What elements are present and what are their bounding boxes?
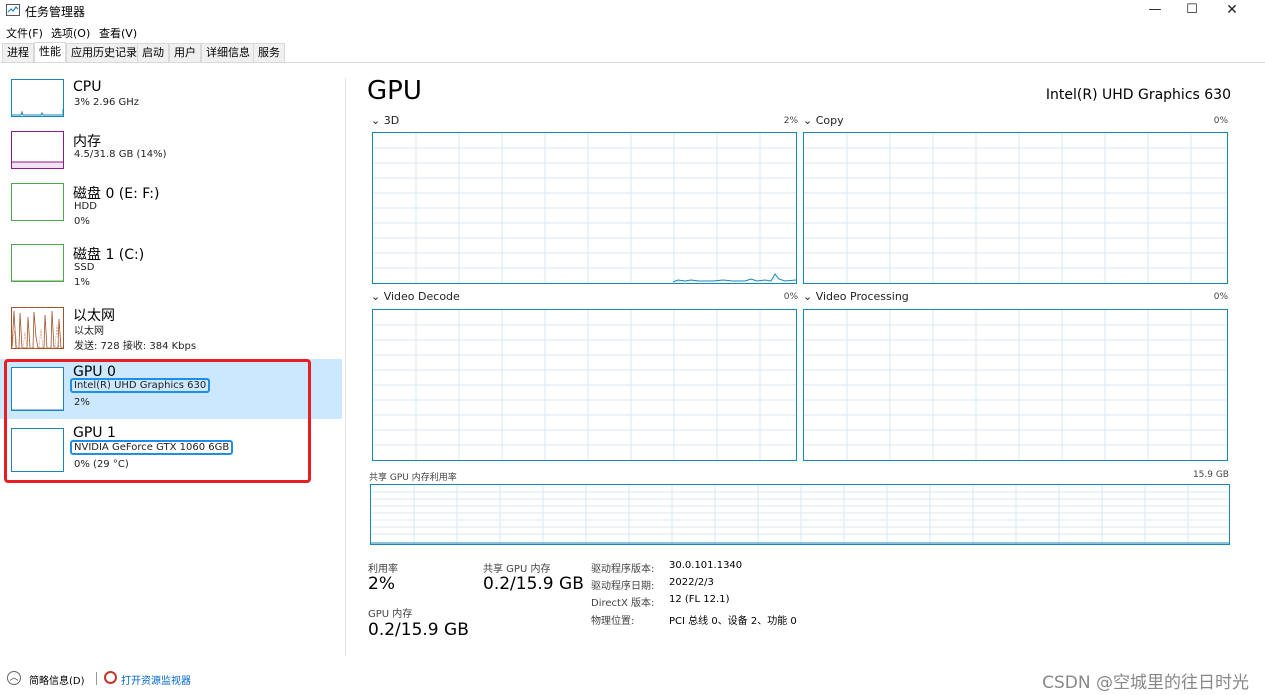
close-button[interactable]: ✕ (1212, 0, 1252, 20)
chevron-up-icon[interactable]: ︿ (7, 671, 21, 685)
sidebar-item-detail: 以太网 (74, 326, 104, 337)
directx-version-label: DirectX 版本: (591, 598, 655, 609)
graph-percent-copy: 0% (1213, 116, 1228, 126)
graph-percent-video-decode: 0% (783, 292, 798, 302)
chevron-down-icon: ⌄ (371, 290, 384, 303)
sidebar-item-title: 磁盘 0 (E: F:) (73, 186, 160, 202)
sidebar-item-throughput: 发送: 728 接收: 384 Kbps (74, 341, 197, 352)
physical-location-value: PCI 总线 0、设备 2、功能 0 (669, 616, 797, 627)
gpu-model-name: Intel(R) UHD Graphics 630 (1045, 87, 1231, 103)
graph-3d (372, 132, 797, 284)
gpu-annotation-box (4, 359, 311, 483)
resource-monitor-icon[interactable] (104, 671, 117, 684)
cpu-thumbnail (11, 79, 64, 117)
sidebar-item-detail: 4.5/31.8 GB (14%) (74, 149, 167, 160)
tab-divider (0, 62, 1265, 63)
fewer-details-button[interactable]: 简略信息(D) (29, 672, 85, 687)
graph-label-copy[interactable]: ⌄ Copy (803, 114, 844, 127)
sidebar-item-title: 内存 (73, 134, 101, 150)
sidebar-item-disk-1[interactable]: 磁盘 1 (C:) SSD 1% (0, 236, 342, 296)
sidebar-item-detail: HDD (74, 201, 97, 212)
driver-version-value: 30.0.101.1340 (669, 560, 743, 571)
shared-gpu-memory-label: 共享 GPU 内存 (483, 564, 551, 575)
sidebar-item-usage: 0% (74, 216, 90, 227)
graph-label-3d[interactable]: ⌄ 3D (371, 114, 399, 127)
graph-video-processing (803, 309, 1228, 461)
sidebar-item-usage: 1% (74, 277, 90, 288)
sidebar-item-title: CPU (73, 79, 102, 95)
disk-1-thumbnail (11, 244, 64, 282)
footer-separator (96, 672, 97, 685)
window-title: 任务管理器 (25, 5, 86, 19)
minimize-button[interactable]: — (1135, 0, 1175, 20)
tab-details[interactable]: 详细信息 (201, 43, 255, 62)
utilization-label: 利用率 (368, 564, 398, 575)
tab-users[interactable]: 用户 (169, 43, 201, 62)
chevron-down-icon: ⌄ (803, 290, 816, 303)
sidebar-item-title: 磁盘 1 (C:) (73, 247, 145, 263)
maximize-button[interactable]: ☐ (1172, 0, 1212, 20)
sidebar-item-disk-0[interactable]: 磁盘 0 (E: F:) HDD 0% (0, 175, 342, 235)
watermark: CSDN @空城里的往日时光 (1042, 673, 1249, 693)
disk-0-thumbnail (11, 183, 64, 221)
graph-percent-3d: 2% (783, 116, 798, 126)
title-bar: 任务管理器 — ☐ ✕ (0, 0, 1265, 22)
driver-date-label: 驱动程序日期: (591, 581, 655, 592)
sidebar-item-memory[interactable]: 内存 4.5/31.8 GB (14%) (0, 123, 342, 183)
gpu-memory-label: GPU 内存 (368, 609, 413, 620)
shared-memory-capacity: 15.9 GB (1192, 470, 1229, 480)
chevron-down-icon: ⌄ (371, 114, 384, 127)
tab-app-history[interactable]: 应用历史记录 (66, 43, 142, 62)
sidebar-item-cpu[interactable]: CPU 3% 2.96 GHz (0, 71, 342, 131)
tab-startup[interactable]: 启动 (137, 43, 169, 62)
shared-gpu-memory-value: 0.2/15.9 GB (483, 574, 584, 594)
open-resource-monitor-link[interactable]: 打开资源监视器 (121, 672, 191, 687)
sidebar-item-detail: SSD (74, 262, 95, 273)
menu-options[interactable]: 选项(O) (51, 25, 90, 41)
menu-file[interactable]: 文件(F) (6, 25, 43, 41)
panel-divider (345, 78, 346, 656)
chevron-down-icon: ⌄ (803, 114, 816, 127)
physical-location-label: 物理位置: (591, 616, 635, 627)
ethernet-thumbnail (11, 307, 64, 349)
sidebar-item-ethernet[interactable]: 以太网 以太网 发送: 728 接收: 384 Kbps (0, 297, 342, 357)
graph-label-video-decode[interactable]: ⌄ Video Decode (371, 290, 460, 303)
memory-thumbnail (11, 131, 64, 169)
gpu-memory-value: 0.2/15.9 GB (368, 620, 469, 640)
footer-bar: ︿ 简略信息(D) 打开资源监视器 CSDN @空城里的往日时光 (0, 668, 1265, 693)
sidebar-item-detail: 3% 2.96 GHz (74, 97, 140, 108)
shared-memory-graph (370, 484, 1230, 545)
page-title: GPU (367, 76, 422, 106)
tab-performance[interactable]: 性能 (34, 42, 66, 63)
tab-processes[interactable]: 进程 (2, 43, 34, 62)
task-manager-icon (6, 4, 20, 16)
graph-label-video-processing[interactable]: ⌄ Video Processing (803, 290, 909, 303)
graph-video-decode (372, 309, 797, 461)
graph-percent-video-processing: 0% (1213, 292, 1228, 302)
utilization-value: 2% (368, 574, 395, 594)
menu-view[interactable]: 查看(V) (99, 25, 137, 41)
driver-version-label: 驱动程序版本: (591, 564, 655, 575)
shared-memory-label: 共享 GPU 内存利用率 (369, 473, 457, 483)
graph-copy (803, 132, 1228, 284)
tab-services[interactable]: 服务 (253, 43, 285, 62)
directx-version-value: 12 (FL 12.1) (669, 594, 730, 605)
driver-date-value: 2022/2/3 (669, 577, 714, 588)
